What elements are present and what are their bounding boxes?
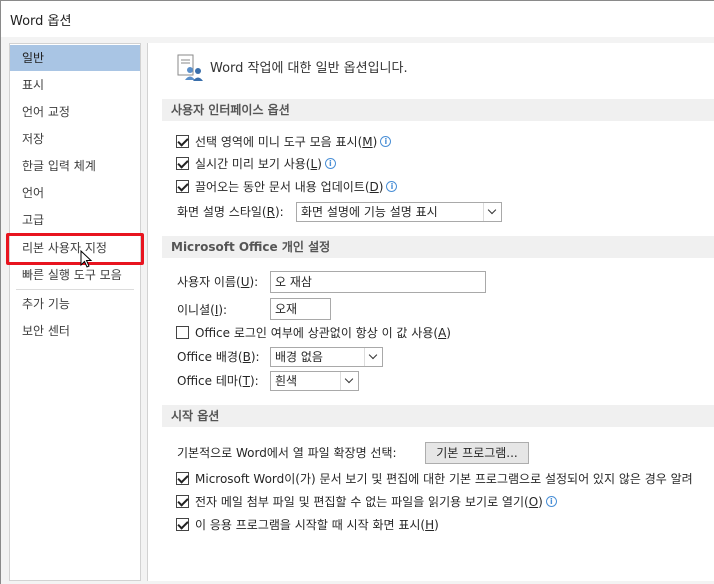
live-preview-label: 실시간 미리 보기 사용( [195, 157, 311, 171]
office-theme-label-end: ): [249, 374, 259, 388]
office-theme-dropdown[interactable]: 흰색 [270, 371, 359, 391]
mini-toolbar-checkbox[interactable] [176, 135, 189, 148]
update-drag-label: 끌어오는 동안 문서 내용 업데이트( [195, 180, 370, 194]
main-panel: Word 작업에 대한 일반 옵션입니다. 사용자 인터페이스 옵션 선택 영역… [147, 43, 714, 581]
reading-view-label: 전자 메일 첨부 파일 및 편집할 수 없는 파일을 읽기용 보기로 열기( [195, 495, 529, 509]
update-drag-option[interactable]: 끌어오는 동안 문서 내용 업데이트(D) i [176, 177, 398, 197]
screentip-style-value: 화면 설명에 기능 설명 표시 [301, 205, 438, 219]
office-background-dropdown[interactable]: 배경 없음 [270, 347, 383, 367]
start-screen-checkbox[interactable] [176, 518, 189, 531]
initials-label: 이니셜( [177, 303, 215, 317]
info-icon[interactable]: i [386, 180, 398, 192]
username-label-end: ): [249, 275, 259, 289]
initials-label-end: ): [218, 303, 228, 317]
office-background-label-end: ): [250, 350, 260, 364]
update-drag-checkbox[interactable] [176, 180, 189, 193]
sidebar-item-hangul-input[interactable]: 한글 입력 체계 [10, 153, 140, 179]
sidebar-item-customize-ribbon[interactable]: 리본 사용자 지정 [10, 235, 140, 261]
options-sidebar: 일반 표시 언어 교정 저장 한글 입력 체계 언어 고급 리본 사용자 지정 … [9, 43, 141, 581]
office-theme-hotkey: T [242, 374, 250, 388]
start-screen-option[interactable]: 이 응용 프로그램을 시작할 때 시작 화면 표시(H) [176, 515, 439, 535]
info-icon[interactable]: i [324, 157, 336, 169]
username-field[interactable]: 오 재삼 [270, 271, 486, 293]
update-drag-hotkey: D [369, 180, 379, 194]
sidebar-item-quick-access-toolbar[interactable]: 빠른 실행 도구 모음 [10, 262, 140, 288]
start-screen-label: 이 응용 프로그램을 시작할 때 시작 화면 표시( [195, 518, 426, 532]
screentip-style-label-row: 화면 설명 스타일(R): [177, 202, 284, 222]
sidebar-item-general[interactable]: 일반 [10, 45, 140, 71]
sidebar-divider [16, 289, 134, 290]
username-label-row: 사용자 이름(U): [177, 272, 258, 292]
sidebar-item-display[interactable]: 표시 [10, 72, 140, 98]
live-preview-checkbox[interactable] [176, 157, 189, 170]
intro-text: Word 작업에 대한 일반 옵션입니다. [210, 61, 408, 76]
info-icon[interactable]: i [545, 495, 557, 507]
sidebar-item-add-ins[interactable]: 추가 기능 [10, 291, 140, 317]
title-bar: Word 옵션 [1, 1, 714, 37]
reading-view-checkbox[interactable] [176, 495, 189, 508]
screentip-style-label: 화면 설명 스타일( [177, 205, 267, 219]
screentip-style-label-end: ): [274, 205, 284, 219]
sidebar-item-trust-center[interactable]: 보안 센터 [10, 318, 140, 344]
chevron-down-icon[interactable] [340, 372, 358, 390]
office-background-label-row: Office 배경(B): [177, 347, 260, 367]
initials-label-row: 이니셜(I): [177, 300, 227, 320]
start-screen-hotkey: H [425, 518, 435, 532]
always-use-values-label: Office 로그인 여부에 상관없이 항상 이 값 사용( [195, 326, 439, 340]
section-header-personalize: Microsoft Office 개인 설정 [162, 236, 714, 258]
live-preview-option[interactable]: 실시간 미리 보기 사용(L) i [176, 154, 336, 174]
chevron-down-icon[interactable] [364, 348, 382, 366]
always-use-values-checkbox[interactable] [176, 326, 189, 339]
reading-view-option[interactable]: 전자 메일 첨부 파일 및 편집할 수 없는 파일을 읽기용 보기로 열기(O)… [176, 492, 557, 512]
office-theme-label-row: Office 테마(T): [177, 371, 259, 391]
always-use-values-label-end: ) [446, 326, 451, 340]
username-hotkey: U [240, 275, 250, 289]
sidebar-item-save[interactable]: 저장 [10, 126, 140, 152]
sidebar-item-advanced[interactable]: 고급 [10, 207, 140, 233]
word-options-window: Word 옵션 일반 표시 언어 교정 저장 한글 입력 체계 언어 고급 리본… [0, 0, 714, 584]
mini-toolbar-hotkey: M [362, 135, 373, 149]
reading-view-hotkey: O [528, 495, 539, 509]
default-programs-button[interactable]: 기본 프로그램... [425, 442, 529, 464]
office-background-value: 배경 없음 [275, 350, 323, 364]
always-use-values-option[interactable]: Office 로그인 여부에 상관없이 항상 이 값 사용(A) [176, 323, 451, 343]
tell-me-default-checkbox[interactable] [176, 472, 189, 485]
mini-toolbar-label-end: ) [372, 135, 378, 149]
office-theme-value: 흰색 [275, 374, 298, 388]
mini-toolbar-option[interactable]: 선택 영역에 미니 도구 모음 표시(M) i [176, 132, 392, 152]
chevron-down-icon[interactable] [483, 203, 501, 221]
mini-toolbar-label: 선택 영역에 미니 도구 모음 표시( [195, 135, 363, 149]
default-extensions-label: 기본적으로 Word에서 열 파일 확장명 선택: [177, 446, 397, 460]
screentip-style-hotkey: R [266, 205, 275, 219]
reading-view-label-end: ) [538, 495, 543, 509]
section-header-ui-options: 사용자 인터페이스 옵션 [162, 99, 714, 121]
initials-field[interactable]: 오재 [270, 298, 331, 320]
sidebar-item-proofing[interactable]: 언어 교정 [10, 99, 140, 125]
tell-me-default-option[interactable]: Microsoft Word이(가) 문서 보기 및 편집에 대한 기본 프로그… [176, 469, 693, 489]
tell-me-default-label: Microsoft Word이(가) 문서 보기 및 편집에 대한 기본 프로그… [195, 472, 693, 486]
office-background-label: Office 배경( [177, 350, 243, 364]
username-label: 사용자 이름( [177, 275, 241, 289]
section-header-startup: 시작 옵션 [162, 405, 714, 427]
sidebar-item-language[interactable]: 언어 [10, 180, 140, 206]
update-drag-label-end: ) [378, 180, 384, 194]
screentip-style-dropdown[interactable]: 화면 설명에 기능 설명 표시 [296, 202, 502, 222]
general-options-icon [177, 54, 203, 81]
window-title: Word 옵션 [10, 14, 72, 29]
office-theme-label: Office 테마( [177, 374, 243, 388]
info-icon[interactable]: i [380, 135, 392, 147]
office-background-hotkey: B [242, 350, 251, 364]
live-preview-label-end: ) [317, 157, 322, 171]
start-screen-label-end: ) [434, 518, 439, 532]
